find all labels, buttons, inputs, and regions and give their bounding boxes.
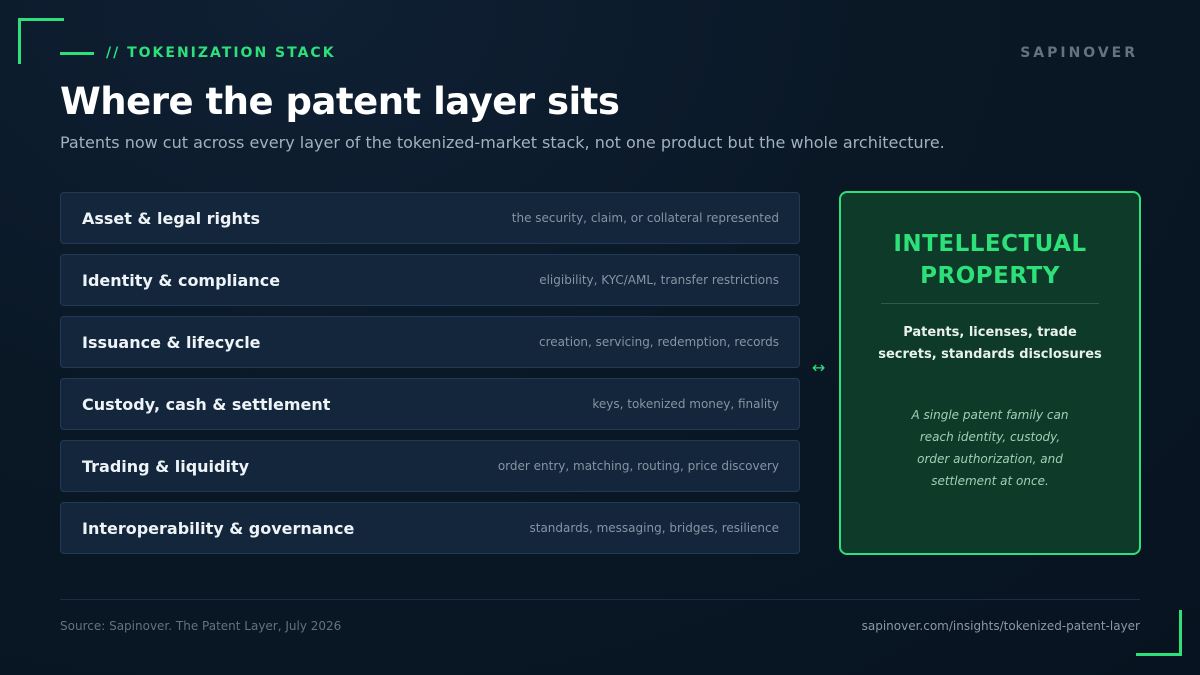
ip-card-subtitle-line: Patents, licenses, trade [903, 325, 1077, 340]
corner-bracket-top-left-vertical [18, 18, 21, 64]
corner-bracket-bottom-right-vertical [1179, 610, 1182, 656]
layer-custody-cash-settlement: Custody, cash & settlement keys, tokeniz… [60, 378, 800, 430]
ip-card-note-line: A single patent family can [911, 408, 1069, 422]
ip-card-note-line: settlement at once. [931, 474, 1049, 488]
layer-description: the security, claim, or collateral repre… [511, 211, 779, 225]
layer-name: Identity & compliance [82, 270, 281, 290]
ip-card-title-line: PROPERTY [920, 263, 1060, 289]
corner-bracket-top-left [18, 18, 64, 21]
layer-description: order entry, matching, routing, price di… [497, 459, 779, 473]
ip-card-note-line: reach identity, custody, [919, 430, 1061, 444]
ip-card-title-line: INTELLECTUAL [893, 231, 1087, 257]
layer-issuance-lifecycle: Issuance & lifecycle creation, servicing… [60, 316, 800, 368]
layer-description: eligibility, KYC/AML, transfer restricti… [539, 273, 779, 287]
layer-identity-compliance: Identity & compliance eligibility, KYC/A… [60, 254, 800, 306]
eyebrow-label: // TOKENIZATION STACK [106, 45, 336, 61]
intellectual-property-card: INTELLECTUAL PROPERTY Patents, licenses,… [839, 191, 1141, 555]
brand-name: SAPINOVER [1020, 45, 1138, 61]
layer-name: Asset & legal rights [82, 208, 261, 228]
layer-name: Trading & liquidity [82, 456, 250, 476]
ip-card-note: A single patent family can reach identit… [891, 404, 1089, 492]
ip-card-subtitle-line: secrets, standards disclosures [878, 347, 1102, 362]
double-arrow-icon: ↔ [812, 358, 826, 377]
ip-card-divider [881, 303, 1099, 304]
stack-layer-list: Asset & legal rights the security, claim… [60, 192, 800, 564]
corner-bracket-bottom-right [1136, 653, 1182, 656]
layer-trading-liquidity: Trading & liquidity order entry, matchin… [60, 440, 800, 492]
layer-description: keys, tokenized money, finality [592, 397, 779, 411]
layer-interoperability-governance: Interoperability & governance standards,… [60, 502, 800, 554]
layer-name: Custody, cash & settlement [82, 394, 331, 414]
page-title: Where the patent layer sits [60, 80, 620, 123]
eyebrow-accent-line [60, 52, 94, 55]
layer-asset-legal-rights: Asset & legal rights the security, claim… [60, 192, 800, 244]
layer-description: standards, messaging, bridges, resilienc… [529, 521, 780, 535]
layer-name: Issuance & lifecycle [82, 332, 261, 352]
footer-divider [60, 599, 1140, 600]
ip-card-note-line: order authorization, and [917, 452, 1063, 466]
ip-card-subtitle: Patents, licenses, trade secrets, standa… [861, 322, 1119, 366]
footer-url: sapinover.com/insights/tokenized-patent-… [861, 619, 1140, 633]
layer-name: Interoperability & governance [82, 518, 355, 538]
source-citation: Source: Sapinover. The Patent Layer, Jul… [60, 619, 342, 633]
page-subtitle: Patents now cut across every layer of th… [60, 133, 945, 152]
layer-description: creation, servicing, redemption, records [539, 335, 779, 349]
ip-card-title: INTELLECTUAL PROPERTY [841, 228, 1139, 292]
